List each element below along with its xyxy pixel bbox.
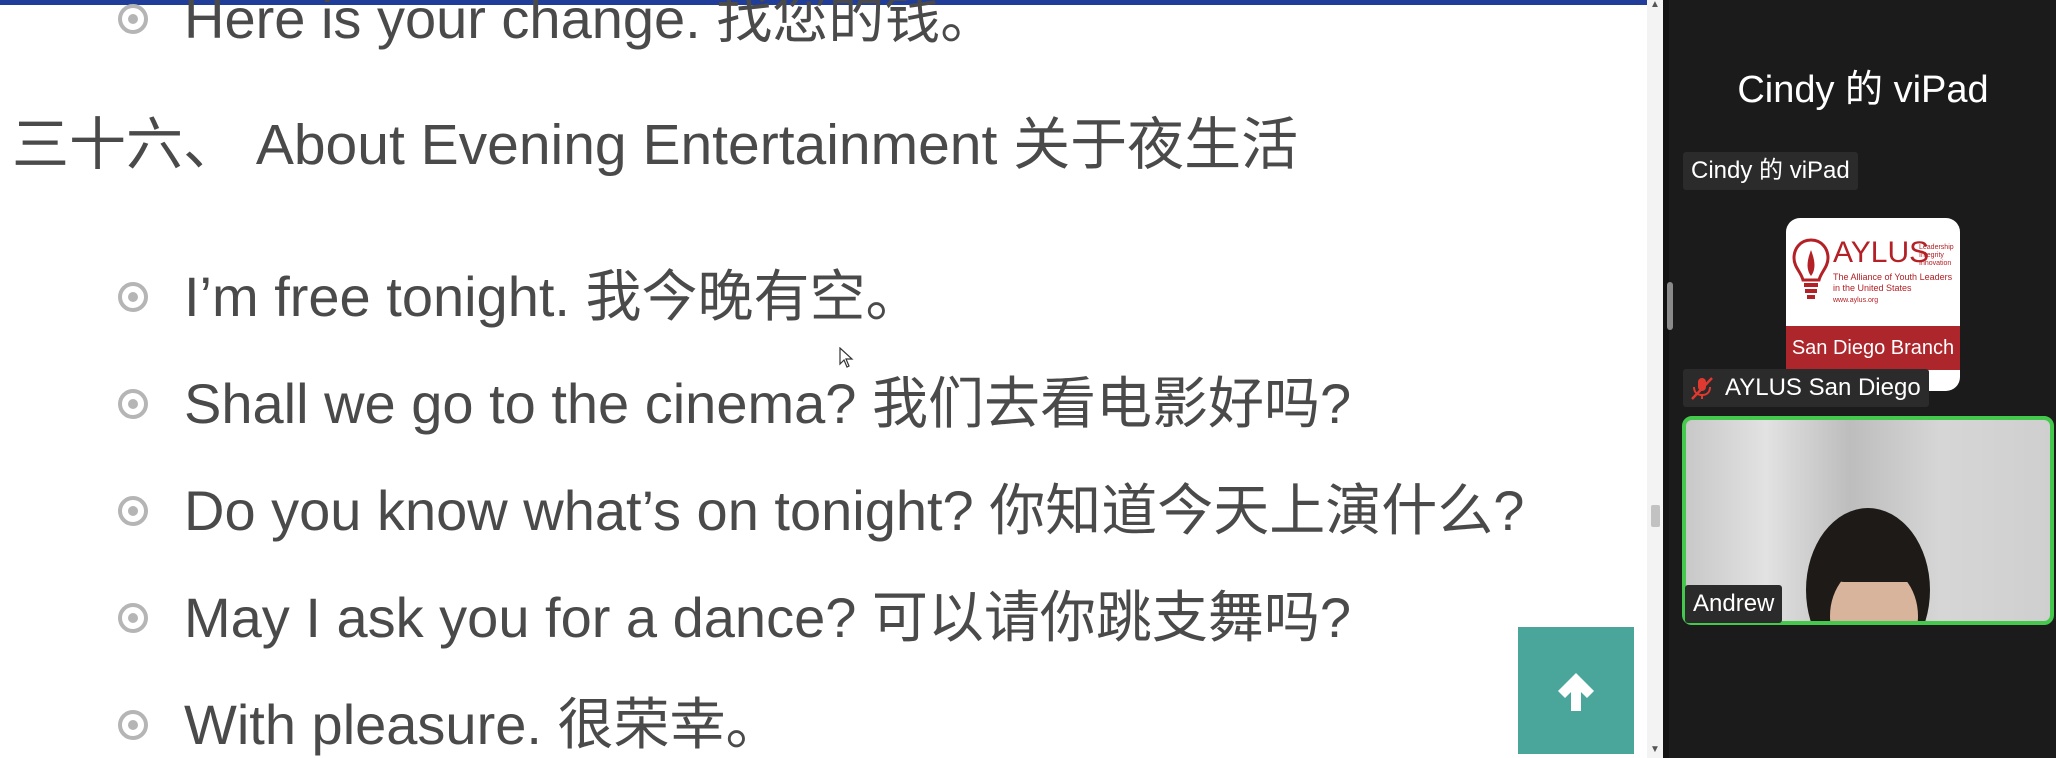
aylus-tagline: Leadership Integrity Innovation bbox=[1919, 244, 1954, 268]
participant-avatar-aylus-logo[interactable]: AYLUS Leadership Integrity Innovation Th… bbox=[1786, 218, 1960, 391]
list-item-text: May I ask you for a dance? 可以请你跳支舞吗? bbox=[184, 586, 1352, 649]
participant-name-label: AYLUS San Diego bbox=[1683, 369, 1929, 407]
aylus-brand-text: AYLUS bbox=[1833, 236, 1930, 269]
bullet-icon bbox=[118, 603, 148, 633]
bullet-icon bbox=[118, 389, 148, 419]
aylus-url: www.aylus.org bbox=[1833, 297, 1879, 304]
aylus-tagline-word: Innovation bbox=[1919, 260, 1952, 267]
list-item: Do you know what’s on tonight? 你知道今天上演什么… bbox=[118, 476, 1524, 546]
participant-name-label: Andrew bbox=[1685, 585, 1783, 623]
list-item-text: Do you know what’s on tonight? 你知道今天上演什么… bbox=[184, 479, 1525, 542]
list-item: Shall we go to the cinema? 我们去看电影好吗? bbox=[118, 369, 1351, 439]
aylus-branch-banner: San Diego Branch bbox=[1786, 326, 1960, 370]
aylus-subtitle: The Alliance of Youth Leaders in the Uni… bbox=[1833, 272, 1953, 293]
list-item-text: Shall we go to the cinema? 我们去看电影好吗? bbox=[184, 372, 1352, 435]
scroll-down-arrow-icon[interactable]: ▼ bbox=[1650, 745, 1660, 755]
lightbulb-icon bbox=[1792, 238, 1830, 299]
list-item: May I ask you for a dance? 可以请你跳支舞吗? bbox=[118, 583, 1351, 653]
bullet-icon bbox=[118, 282, 148, 312]
list-item: With pleasure. 很荣幸。 bbox=[118, 690, 782, 758]
list-item-text: Here is your change. 找您的钱。 bbox=[184, 0, 997, 50]
scroll-up-arrow-icon[interactable]: ▲ bbox=[1650, 0, 1660, 10]
mic-muted-icon bbox=[1691, 377, 1713, 400]
list-item-text: With pleasure. 很荣幸。 bbox=[184, 693, 782, 756]
aylus-tagline-word: Integrity bbox=[1919, 252, 1944, 259]
list-item: I’m free tonight. 我今晚有空。 bbox=[118, 262, 922, 332]
panel-resize-handle[interactable] bbox=[1667, 282, 1673, 330]
panel-divider bbox=[1663, 0, 1669, 758]
arrow-up-icon bbox=[1558, 672, 1594, 711]
mouse-cursor-icon bbox=[839, 347, 854, 368]
shared-document: Here is your change. 找您的钱。 三十六、 About Ev… bbox=[0, 0, 1647, 758]
section-heading: 三十六、 About Evening Entertainment 关于夜生活 bbox=[12, 113, 1299, 177]
participant-name-text: AYLUS San Diego bbox=[1725, 374, 1921, 401]
shared-screen-title: Cindy 的 viPad bbox=[1737, 69, 1989, 111]
list-item-text: I’m free tonight. 我今晚有空。 bbox=[184, 265, 922, 328]
back-to-top-button[interactable] bbox=[1518, 627, 1634, 754]
participant-name-label: Cindy 的 viPad bbox=[1683, 152, 1858, 190]
aylus-tagline-word: Leadership bbox=[1919, 244, 1954, 251]
scrollbar-thumb[interactable] bbox=[1651, 505, 1660, 527]
bullet-icon bbox=[118, 4, 148, 34]
list-item: Here is your change. 找您的钱。 bbox=[118, 0, 996, 54]
bullet-icon bbox=[118, 496, 148, 526]
document-scrollbar[interactable] bbox=[1647, 0, 1663, 758]
bullet-icon bbox=[118, 710, 148, 740]
